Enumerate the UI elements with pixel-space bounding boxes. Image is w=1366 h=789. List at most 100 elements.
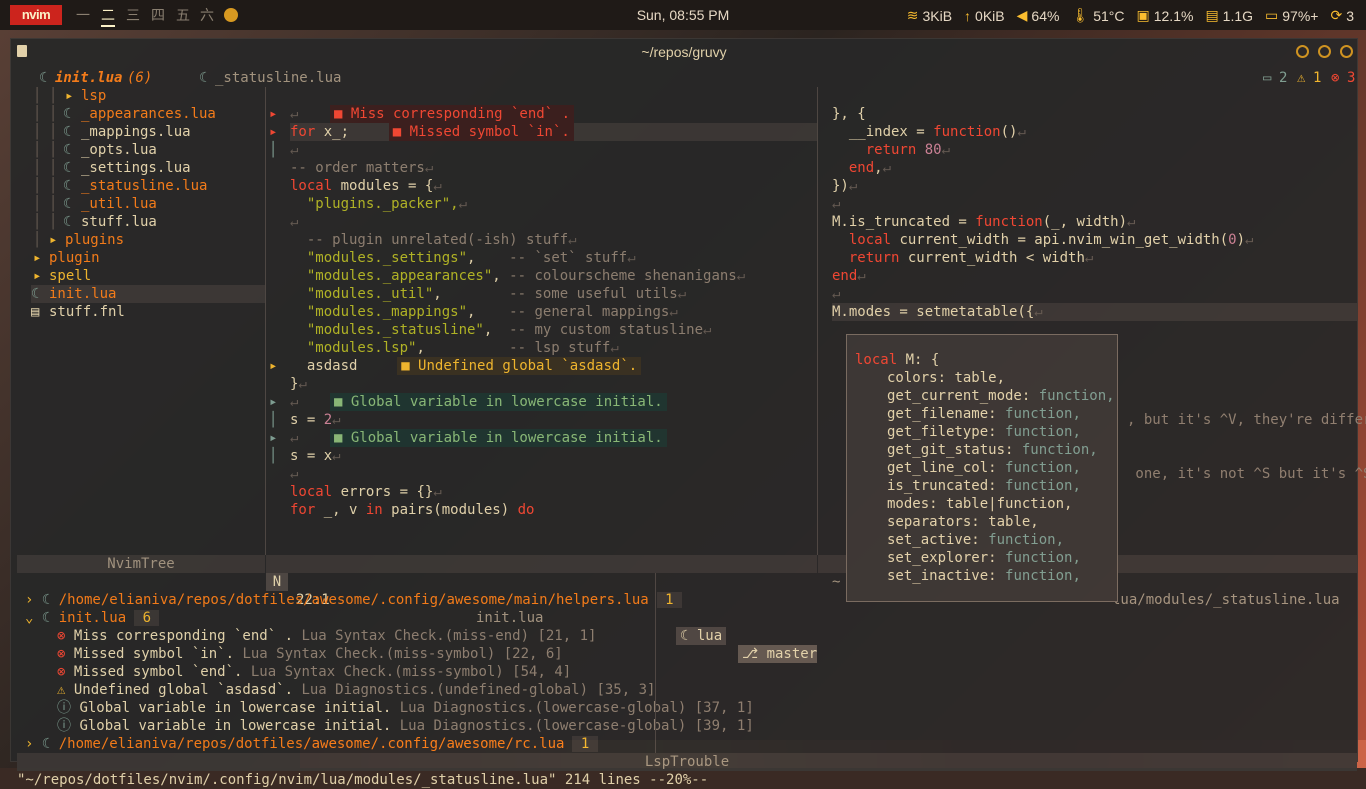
trouble-item[interactable]: ⊗ Missed symbol `end`. Lua Syntax Check.… [57, 663, 571, 681]
code-line: -- order matters↵ [290, 159, 817, 177]
command-line[interactable]: "~/repos/dotfiles/nvim/.config/nvim/lua/… [17, 771, 708, 789]
tree-item[interactable]: │ │ ☾ stuff.lua [31, 213, 265, 231]
battery-icon: ▭ [1265, 7, 1279, 23]
stat-item[interactable]: ◀ 64% [1017, 7, 1060, 24]
statusline-filename: init.lua [476, 610, 544, 626]
indent-guide: │ [49, 160, 58, 176]
popup-field: set_explorer: function, [887, 549, 1081, 567]
minimize-button[interactable] [1296, 45, 1309, 58]
indent-guide: │ [49, 142, 58, 158]
tree-item[interactable]: │ │ ☾ _appearances.lua [31, 105, 265, 123]
tree-item[interactable]: │ │ ☾ _settings.lua [31, 159, 265, 177]
fold-marker: ▸ [269, 124, 278, 140]
trouble-position: [37, 1] [694, 700, 754, 716]
trouble-source: Lua Diagnostics.(undefined-global) [301, 682, 597, 698]
stat-label: 12.1% [1153, 7, 1194, 24]
error-count: 3 [1347, 70, 1356, 86]
trouble-message: Missed symbol `end`. [73, 664, 251, 680]
code-line: ↵ ■ Global variable in lowercase initial. [290, 429, 817, 447]
code-line: ↵ [832, 285, 1357, 303]
tree-item[interactable]: │ │ ▸ lsp [31, 87, 265, 105]
tree-item[interactable]: │ ▸ plugins [31, 231, 265, 249]
trouble-group[interactable]: › ☾ /home/elianiva/repos/dotfiles/awesom… [25, 735, 598, 753]
field-name: separators: [887, 514, 989, 530]
code-text: ↵ [290, 142, 299, 158]
indent-guide: │ [49, 88, 58, 104]
code-line: ↵ [290, 465, 817, 483]
stat-item[interactable]: ▭ 97%+ [1265, 7, 1318, 24]
trouble-position: [39, 1] [694, 718, 754, 734]
tree-item[interactable]: ☾ init.lua [31, 285, 265, 303]
trouble-group[interactable]: ⌄ ☾ init.lua 6 [25, 609, 160, 627]
trouble-item[interactable]: ⓘ Global variable in lowercase initial. … [57, 699, 754, 717]
tree-item-label: _opts.lua [81, 142, 157, 158]
tree-item[interactable]: │ │ ☾ _util.lua [31, 195, 265, 213]
code-line: s = 2↵ [290, 411, 817, 429]
tree-item[interactable]: │ │ ☾ _mappings.lua [31, 123, 265, 141]
indent-guide: │ [33, 214, 42, 230]
trouble-file: /home/elianiva/repos/dotfiles/awesome/.c… [58, 736, 565, 752]
terminal-window: ~/repos/gruvy ☾ init.lua (6) ☾ _statusli… [10, 38, 1366, 788]
maximize-button[interactable] [1318, 45, 1331, 58]
stat-item[interactable]: ▣ 12.1% [1137, 7, 1194, 24]
stat-item[interactable]: ≋ 3KiB [907, 7, 952, 24]
tree-item[interactable]: │ │ ☾ _statusline.lua [31, 177, 265, 195]
system-stats: ≋ 3KiB ↑ 0KiB ◀ 64% 🌡 51°C ▣ 12.1% ▤ 1.1G ▭ 97%+ ⟳ 3 [907, 7, 1354, 24]
wifi-icon: ≋ [906, 7, 919, 23]
code-line: "modules.lsp", -- lsp stuff↵ [290, 339, 817, 357]
virtual-diagnostic: ■ Miss corresponding `end` . [330, 105, 575, 123]
tree-item[interactable]: ▤ stuff.fnl [31, 303, 265, 321]
stat-item[interactable]: ▤ 1.1G [1205, 7, 1253, 24]
trouble-item[interactable]: ⊗ Missed symbol `in`. Lua Syntax Check.(… [57, 645, 563, 663]
trouble-item[interactable]: ⊗ Miss corresponding `end` . Lua Syntax … [57, 627, 596, 645]
popup-field: set_inactive: function, [887, 567, 1081, 585]
stat-item[interactable]: ↑ 0KiB [964, 7, 1005, 24]
stat-label: 97%+ [1282, 7, 1319, 24]
code-text: ↵ [290, 214, 299, 230]
tree-item[interactable]: ▸ spell [31, 267, 265, 285]
code-text: ↵ [290, 394, 299, 410]
close-button[interactable] [1340, 45, 1353, 58]
chevron-icon: › [25, 592, 42, 608]
code-line: asdasd ■ Undefined global `asdasd`. [290, 357, 817, 375]
trouble-file: /home/elianiva/repos/dotfiles/awesome/.c… [58, 592, 649, 608]
code-line: }, { [832, 105, 1357, 123]
field-type: table|function, [946, 496, 1073, 512]
field-type: function, [1005, 550, 1081, 566]
tree-item-label: stuff.fnl [49, 304, 125, 320]
git-sign: │ [269, 448, 278, 464]
window-titlebar[interactable]: ~/repos/gruvy [11, 39, 1357, 65]
code-text: "modules._settings", -- `set` stuff↵ [306, 250, 636, 266]
code-line: return 80↵ [832, 141, 1357, 159]
field-type: function, [1005, 424, 1081, 440]
chevron-right-icon: ▸ [49, 232, 58, 248]
code-line: local current_width = api.nvim_win_get_w… [832, 231, 1357, 249]
field-name: set_explorer: [887, 550, 1006, 566]
lua-file-icon: ☾ [63, 124, 72, 140]
tab-statusline-lua[interactable]: _statusline.lua [215, 69, 341, 87]
stat-label: 3 [1346, 7, 1354, 24]
trouble-item[interactable]: ⚠ Undefined global `asdasd`. Lua Diagnos… [57, 681, 655, 699]
tree-item[interactable]: │ │ ☾ _opts.lua [31, 141, 265, 159]
trouble-item[interactable]: ⓘ Global variable in lowercase initial. … [57, 717, 754, 735]
stat-label: 51°C [1093, 7, 1125, 24]
hover-popup: local M: {colors: table, get_current_mode… [846, 334, 1118, 602]
stat-item[interactable]: 🌡 51°C [1071, 7, 1124, 24]
git-branch-badge: ⎇ master [738, 645, 817, 663]
branch-icon: ⎇ [742, 646, 767, 662]
code-line: ↵ ■ Global variable in lowercase initial. [290, 393, 817, 411]
popup-field: get_git_status: function, [887, 441, 1098, 459]
code-text: return current_width < width↵ [848, 250, 1094, 266]
info-icon: ⓘ [57, 718, 80, 734]
tab-init-lua[interactable]: init.lua [55, 69, 122, 87]
field-name: colors: [887, 370, 955, 386]
tree-item[interactable]: ▸ plugin [31, 249, 265, 267]
tree-item-label: plugin [49, 250, 100, 266]
trouble-group[interactable]: › ☾ /home/elianiva/repos/dotfiles/awesom… [25, 591, 683, 609]
stat-item[interactable]: ⟳ 3 [1330, 7, 1354, 24]
chevron-right-icon: ▸ [65, 88, 74, 104]
code-text: "modules._mappings", -- general mappings… [306, 304, 678, 320]
tree-item-label: plugins [65, 232, 125, 248]
code-text: }, { [832, 106, 866, 122]
code-line: "modules._statusline", -- my custom stat… [290, 321, 817, 339]
